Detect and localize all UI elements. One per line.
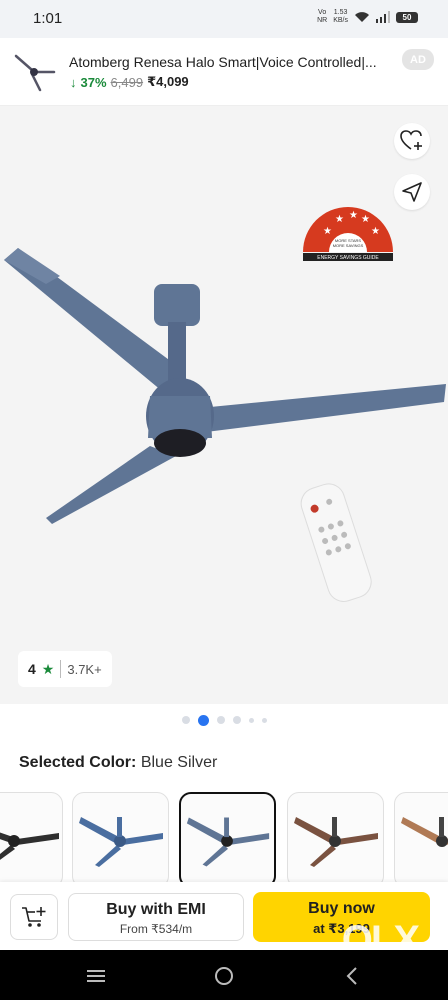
pagination-dot-active[interactable]: [197, 714, 209, 726]
pagination-dot[interactable]: [181, 716, 190, 724]
back-chevron-icon: [346, 967, 357, 985]
ad-price: ₹4,099: [147, 74, 189, 89]
discount-arrow-icon: ↓: [70, 74, 77, 90]
product-image-gallery[interactable]: ★ ★ ★ ★ ★ MORE STARS MORE SAVINGS ENERGY…: [0, 106, 448, 704]
energy-rating-badge: ★ ★ ★ ★ ★ MORE STARS MORE SAVINGS ENERGY…: [303, 207, 393, 261]
ad-product-thumbnail: [14, 54, 56, 92]
fan-thumbnail: [0, 832, 59, 860]
cart-plus-icon: [22, 907, 46, 927]
sponsored-product-banner[interactable]: Atomberg Renesa Halo Smart|Voice Control…: [0, 38, 448, 106]
ad-badge: AD: [402, 49, 434, 70]
signal-icon: [376, 11, 390, 23]
buy-with-emi-button[interactable]: Buy with EMI From ₹534/m: [68, 893, 244, 941]
color-swatch-wood[interactable]: [394, 792, 448, 882]
svg-text:★: ★: [323, 226, 332, 237]
image-pagination: [0, 712, 448, 728]
rating-chip[interactable]: 4 ★ 3.7K+: [18, 651, 112, 687]
fan-thumbnail: [79, 817, 163, 867]
status-bar: 1:01 Vo NR 1.53 KB/s 50: [0, 0, 448, 38]
rating-count: 3.7K+: [67, 661, 102, 677]
add-to-cart-button[interactable]: [10, 894, 58, 940]
status-indicators: Vo NR 1.53 KB/s 50: [317, 9, 418, 25]
color-swatch-black[interactable]: [0, 792, 63, 882]
selected-color-label: Selected Color: Blue Silver: [19, 754, 217, 772]
energy-label-line2: MORE SAVINGS: [333, 243, 364, 248]
wifi-icon: [355, 12, 369, 22]
star-icon: ★: [41, 660, 55, 677]
pagination-dot[interactable]: [261, 717, 267, 723]
recent-apps-button[interactable]: [84, 964, 108, 988]
buy-now-title: Buy now: [308, 900, 375, 917]
color-swatch-blue-silver[interactable]: [179, 792, 276, 882]
energy-label-caption: ENERGY SAVINGS GUIDE: [317, 255, 379, 261]
network-type: Vo NR: [317, 9, 328, 24]
ad-mrp: 6,499: [110, 74, 144, 90]
pagination-dot[interactable]: [216, 716, 225, 724]
color-swatch-list: [0, 792, 448, 882]
back-button[interactable]: [340, 964, 364, 988]
selected-color-value: Blue Silver: [140, 754, 218, 771]
product-image-fan: [4, 248, 446, 602]
pagination-dot[interactable]: [232, 716, 241, 724]
share-button[interactable]: [394, 174, 430, 210]
svg-text:★: ★: [335, 214, 344, 225]
rating-divider: [60, 660, 62, 678]
system-navigation-bar: [0, 950, 448, 1000]
color-swatch-blue[interactable]: [72, 792, 169, 882]
status-time: 1:01: [33, 10, 63, 27]
send-icon: [402, 182, 422, 202]
ad-price-row: ↓ 37% 6,499 ₹4,099: [70, 74, 189, 90]
ad-title: Atomberg Renesa Halo Smart|Voice Control…: [69, 54, 377, 70]
fan-thumbnail: [294, 817, 378, 867]
emi-title: Buy with EMI: [106, 901, 206, 918]
color-swatch-brown[interactable]: [287, 792, 384, 882]
svg-text:★: ★: [371, 226, 380, 237]
heart-plus-icon: [400, 130, 422, 150]
pagination-dot[interactable]: [248, 717, 254, 723]
home-button[interactable]: [212, 964, 236, 988]
ad-discount: 37%: [80, 74, 107, 90]
fan-thumbnail: [186, 817, 270, 867]
rating-value: 4: [28, 661, 36, 677]
emi-subtitle: From ₹534/m: [119, 922, 193, 936]
home-circle-icon: [215, 967, 233, 985]
network-speed: 1.53 KB/s: [333, 9, 348, 24]
svg-text:★: ★: [349, 210, 358, 221]
selected-color-heading: Selected Color:: [19, 754, 137, 771]
fan-thumbnail: [401, 817, 448, 847]
svg-text:★: ★: [361, 214, 370, 225]
wishlist-button[interactable]: [394, 123, 430, 159]
menu-lines-icon: [87, 970, 105, 982]
battery-icon: 50: [396, 11, 418, 23]
